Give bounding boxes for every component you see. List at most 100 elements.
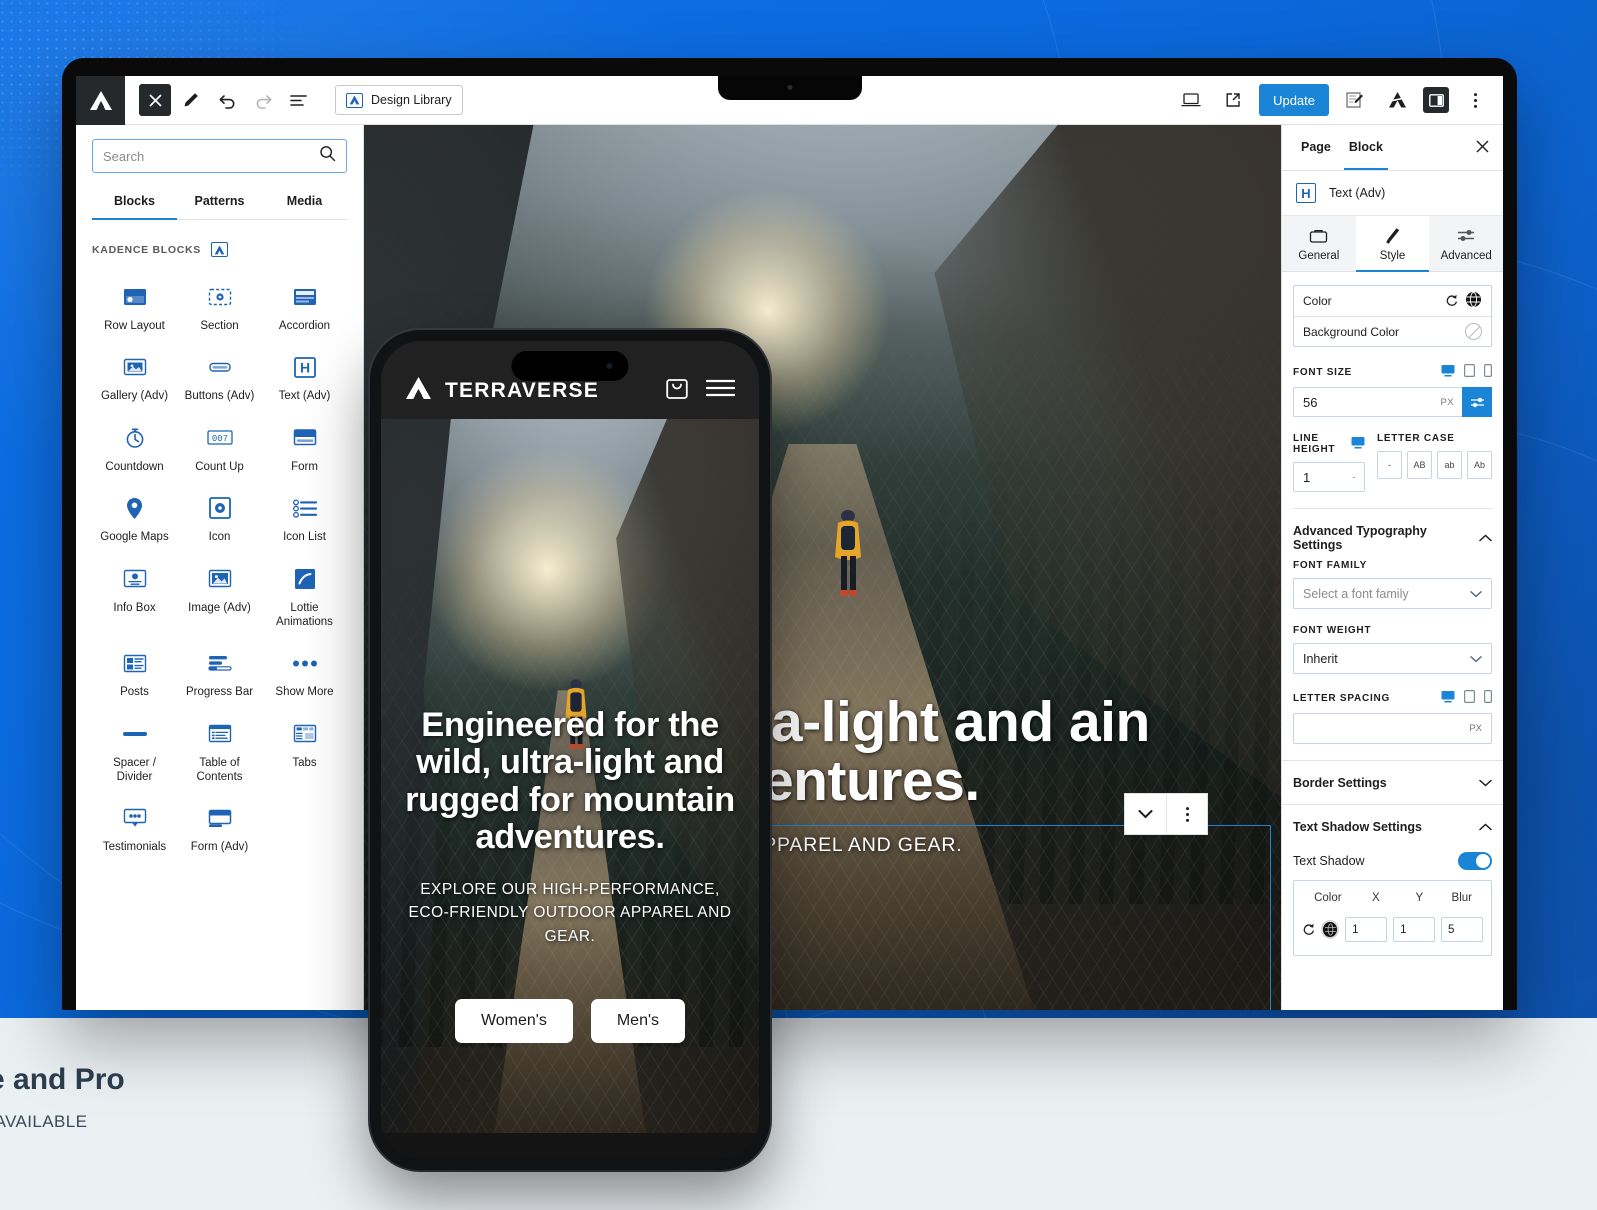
block-item-countdown[interactable]: Countdown <box>92 412 177 482</box>
desktop-icon[interactable] <box>1441 364 1455 380</box>
shadow-blur-input[interactable]: 5 <box>1441 917 1483 942</box>
tab-media[interactable]: Media <box>262 183 347 219</box>
case-lowercase-button[interactable]: ab <box>1437 451 1462 479</box>
icon-list-icon <box>292 495 317 521</box>
block-item-progress-bar[interactable]: Progress Bar <box>177 637 262 707</box>
case-capitalize-button[interactable]: Ab <box>1467 451 1492 479</box>
reset-arrow-icon[interactable] <box>1445 293 1458 309</box>
globe-swatch-icon[interactable] <box>1465 291 1482 311</box>
block-item-form-adv[interactable]: Form (Adv) <box>177 792 262 862</box>
tab-page[interactable]: Page <box>1292 125 1340 170</box>
tab-blocks[interactable]: Blocks <box>92 183 177 220</box>
background-color-row[interactable]: Background Color <box>1294 316 1491 346</box>
hamburger-menu-icon[interactable] <box>705 378 736 403</box>
tab-advanced-label: Advanced <box>1440 250 1492 262</box>
tab-general[interactable]: General <box>1282 216 1356 271</box>
unit-settings-icon[interactable] <box>1462 387 1492 417</box>
border-settings-accordion[interactable]: Border Settings <box>1282 760 1503 804</box>
womens-button[interactable]: Women's <box>454 999 573 1043</box>
block-item-buttons-adv[interactable]: Buttons (Adv) <box>177 341 262 411</box>
tab-block[interactable]: Block <box>1340 125 1392 170</box>
case-none-button[interactable]: - <box>1377 451 1402 479</box>
block-item-testimonials[interactable]: Testimonials <box>92 792 177 862</box>
device-icon-group <box>1441 364 1493 380</box>
block-item-gallery-adv[interactable]: Gallery (Adv) <box>92 341 177 411</box>
mobile-icon[interactable] <box>1484 364 1493 380</box>
magnifier-icon <box>319 145 336 167</box>
block-item-count-up[interactable]: 007 Count Up <box>177 412 262 482</box>
reset-arrow-icon[interactable] <box>1302 922 1315 938</box>
list-view-button[interactable] <box>283 84 315 116</box>
font-weight-select[interactable]: Inherit <box>1293 643 1492 674</box>
block-item-info-box[interactable]: Info Box <box>92 553 177 638</box>
block-item-icon[interactable]: Icon <box>177 482 262 552</box>
block-options-button[interactable] <box>1166 794 1207 834</box>
heading-h-icon: H <box>1296 183 1316 203</box>
text-shadow-settings-accordion[interactable]: Text Shadow Settings <box>1282 804 1503 848</box>
globe-swatch-icon[interactable] <box>1321 920 1340 939</box>
shadow-y-input[interactable]: 1 <box>1393 917 1436 942</box>
edit-tool-button[interactable] <box>175 84 207 116</box>
tab-style[interactable]: Style <box>1355 216 1430 272</box>
case-uppercase-button[interactable]: AB <box>1407 451 1432 479</box>
block-item-show-more[interactable]: Show More <box>262 637 347 707</box>
desktop-icon[interactable] <box>1441 690 1455 706</box>
search-input[interactable] <box>103 148 319 164</box>
sidebar-toggle-button[interactable] <box>1423 87 1449 113</box>
shadow-x-input[interactable]: 1 <box>1345 917 1388 942</box>
block-item-posts[interactable]: Posts <box>92 637 177 707</box>
tablet-icon[interactable] <box>1464 690 1476 706</box>
category-label: KADENCE BLOCKS <box>92 243 201 256</box>
undo-button[interactable] <box>211 84 243 116</box>
block-item-accordion[interactable]: Accordion <box>262 271 347 341</box>
block-item-image-adv[interactable]: Image (Adv) <box>177 553 262 638</box>
tab-advanced[interactable]: Advanced <box>1429 216 1503 271</box>
block-item-text-adv[interactable]: H Text (Adv) <box>262 341 347 411</box>
text-shadow-toggle[interactable] <box>1458 852 1492 870</box>
font-family-select[interactable]: Select a font family <box>1293 578 1492 609</box>
post-settings-button[interactable] <box>1339 84 1371 116</box>
options-menu-button[interactable] <box>1459 84 1491 116</box>
view-preview-button[interactable] <box>1217 84 1249 116</box>
block-item-tabs[interactable]: Tabs <box>262 708 347 793</box>
desktop-icon[interactable] <box>1351 436 1365 452</box>
block-item-google-maps[interactable]: Google Maps <box>92 482 177 552</box>
kadence-logo-icon[interactable] <box>76 76 125 125</box>
block-item-spacer-divider[interactable]: Spacer / Divider <box>92 708 177 793</box>
letter-spacing-section: LETTER SPACING <box>1293 690 1493 706</box>
no-color-icon[interactable] <box>1465 323 1482 340</box>
search-field-wrapper[interactable] <box>92 139 347 173</box>
block-item-form[interactable]: Form <box>262 412 347 482</box>
mobile-icon[interactable] <box>1484 690 1493 706</box>
chevron-down-icon[interactable] <box>1125 794 1166 834</box>
close-editor-button[interactable] <box>139 84 171 116</box>
color-row[interactable]: Color <box>1294 286 1491 316</box>
block-item-row-layout[interactable]: Row Layout <box>92 271 177 341</box>
line-height-field[interactable]: 1 - <box>1293 462 1365 492</box>
view-desktop-button[interactable] <box>1175 84 1207 116</box>
mens-button[interactable]: Men's <box>590 999 686 1043</box>
update-button[interactable]: Update <box>1259 84 1329 116</box>
block-item-label: Posts <box>120 686 149 699</box>
design-library-button[interactable]: Design Library <box>335 85 463 115</box>
block-item-icon-list[interactable]: Icon List <box>262 482 347 552</box>
kadence-settings-button[interactable] <box>1381 84 1413 116</box>
block-item-lottie-animations[interactable]: Lottie Animations <box>262 553 347 638</box>
tablet-icon[interactable] <box>1464 364 1476 380</box>
redo-button[interactable] <box>247 84 279 116</box>
close-icon[interactable] <box>1476 140 1493 156</box>
tab-patterns[interactable]: Patterns <box>177 183 262 219</box>
line-height-value[interactable]: 1 <box>1303 470 1310 485</box>
advanced-typography-accordion[interactable]: Advanced Typography Settings <box>1282 516 1503 560</box>
kadence-k-icon <box>346 92 363 108</box>
letter-spacing-field[interactable]: PX <box>1293 713 1492 744</box>
font-size-value[interactable]: 56 <box>1303 395 1317 410</box>
block-item-table-of-contents[interactable]: Table of Contents <box>177 708 262 793</box>
block-item-section[interactable]: Section <box>177 271 262 341</box>
block-settings-sidebar: Page Block H Text (Adv) General Style Ad… <box>1281 125 1503 1010</box>
editor-body: Blocks Patterns Media KADENCE BLOCKS Row… <box>76 125 1503 1010</box>
shopping-bag-icon[interactable] <box>665 375 689 405</box>
chevron-down-icon <box>1470 652 1482 666</box>
image-icon <box>208 566 232 592</box>
font-size-field[interactable]: 56 PX <box>1293 387 1492 417</box>
